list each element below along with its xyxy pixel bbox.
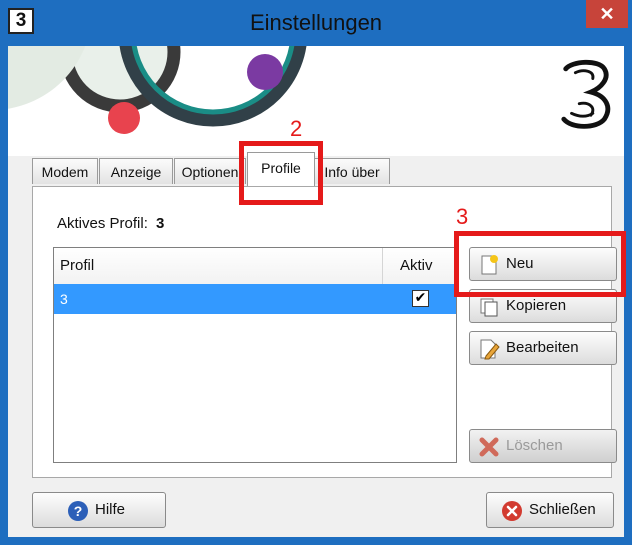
three-logo-icon — [561, 59, 611, 129]
kopieren-label: Kopieren — [506, 297, 567, 314]
copy-icon — [480, 298, 498, 317]
kopieren-button[interactable]: Kopieren — [469, 289, 617, 323]
window-title: Einstellungen — [249, 10, 383, 35]
column-header-profil[interactable]: Profil — [60, 248, 94, 284]
step-3-marker: 3 — [456, 204, 469, 229]
column-header-aktiv[interactable]: Aktiv — [400, 248, 433, 284]
delete-x-icon — [479, 437, 499, 457]
hilfe-label: Hilfe — [95, 501, 126, 518]
profile-panel: Aktives Profil: 3 Profil Aktiv 3 ✔ Neu K… — [32, 186, 617, 478]
schliessen-button[interactable]: Schließen — [486, 492, 614, 528]
help-icon: ? — [68, 501, 88, 521]
column-divider[interactable] — [382, 248, 383, 284]
profile-table: Profil Aktiv 3 ✔ — [53, 247, 457, 463]
tab-anzeige[interactable]: Anzeige — [99, 158, 173, 184]
table-row[interactable]: 3 ✔ — [54, 284, 456, 314]
active-profile-line: Aktives Profil: 3 — [57, 215, 164, 232]
neu-button[interactable]: Neu — [469, 247, 617, 281]
dialog-body: Modem Anzeige Optionen Profile Info über… — [8, 46, 624, 537]
hilfe-button[interactable]: ? Hilfe — [32, 492, 166, 528]
active-profile-value: 3 — [156, 215, 165, 232]
schliessen-label: Schließen — [529, 501, 596, 518]
bearbeiten-label: Bearbeiten — [506, 339, 579, 356]
tab-bar: Modem Anzeige Optionen Profile Info über — [8, 152, 624, 186]
title-bar[interactable]: 3 Einstellungen ✕ — [0, 0, 632, 46]
tab-profile[interactable]: Profile — [247, 152, 315, 186]
edit-icon — [480, 339, 500, 360]
step-2-marker: 2 — [290, 116, 303, 141]
new-document-icon — [481, 255, 498, 275]
neu-label: Neu — [506, 255, 534, 272]
loeschen-button[interactable]: Löschen — [469, 429, 617, 463]
tab-modem[interactable]: Modem — [32, 158, 98, 184]
svg-text:?: ? — [74, 503, 83, 519]
loeschen-label: Löschen — [506, 437, 563, 454]
table-header: Profil Aktiv — [54, 248, 456, 285]
aktiv-checkbox[interactable]: ✔ — [412, 290, 429, 307]
bearbeiten-button[interactable]: Bearbeiten — [469, 331, 617, 365]
decorative-circles — [8, 46, 307, 134]
close-circle-icon — [502, 501, 522, 521]
row-profil-cell: 3 — [60, 291, 68, 307]
close-window-button[interactable]: ✕ — [586, 0, 628, 28]
settings-window: 3 Einstellungen ✕ Modem Anzeige Optionen — [0, 0, 632, 545]
tab-info-ueber[interactable]: Info über — [314, 158, 390, 184]
tab-optionen[interactable]: Optionen — [174, 158, 246, 184]
active-profile-label: Aktives Profil: — [57, 215, 148, 232]
brand-banner — [8, 46, 624, 156]
